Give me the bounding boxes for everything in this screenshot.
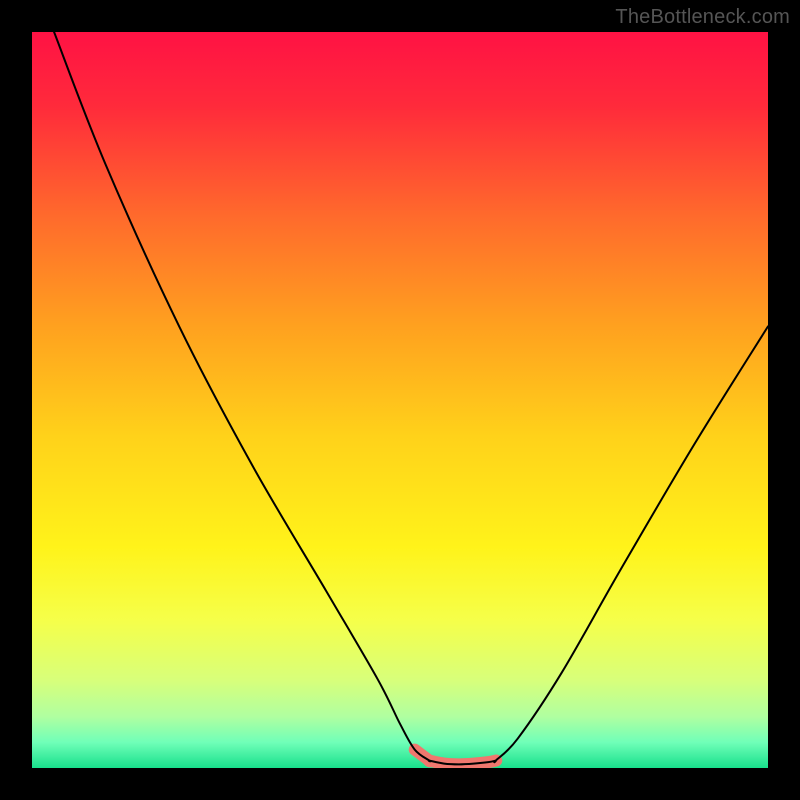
bottleneck-chart: [32, 32, 768, 768]
watermark-text: TheBottleneck.com: [615, 6, 790, 29]
chart-frame: TheBottleneck.com: [0, 0, 800, 800]
heat-gradient-background: [32, 32, 768, 768]
